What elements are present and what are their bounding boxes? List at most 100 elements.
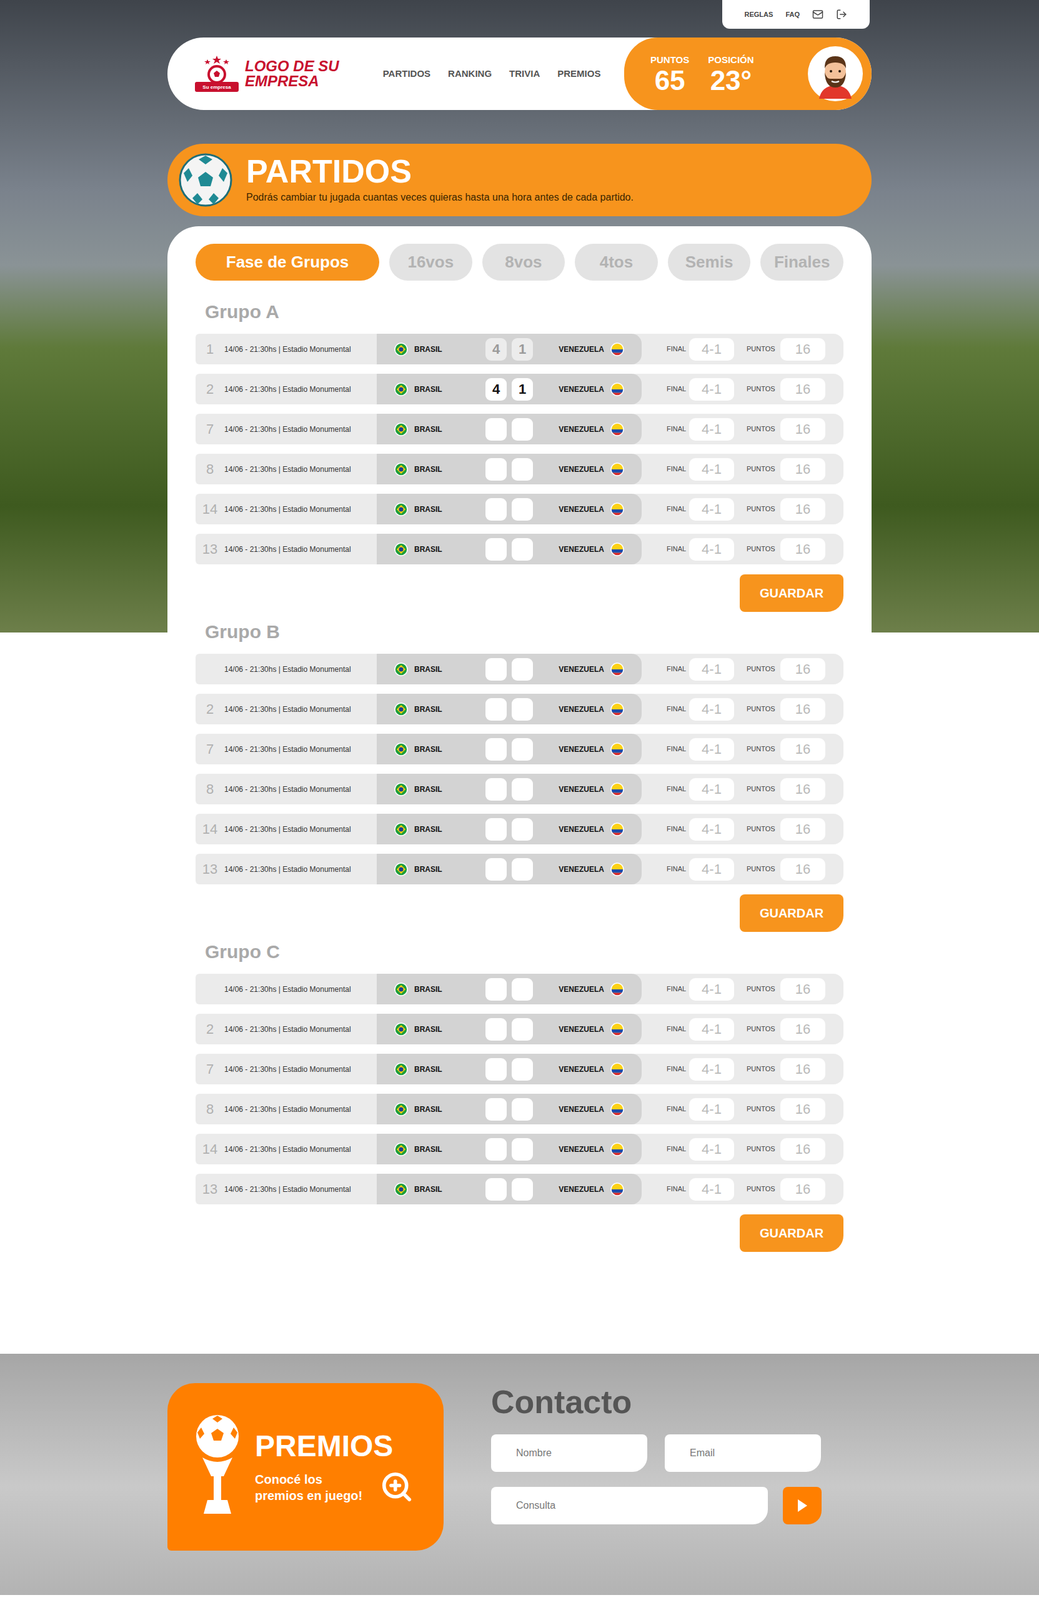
nav-item[interactable]: PARTIDOS — [382, 66, 431, 82]
nav-item[interactable]: TRIVIA — [509, 66, 540, 82]
score-input[interactable] — [485, 417, 507, 441]
score-input[interactable] — [511, 1017, 533, 1041]
final-score: 4-1 — [689, 1097, 735, 1121]
away-team: VENEZUELA — [558, 863, 605, 875]
match-info: 14/06 - 21:30hs | Estadio Monumental — [195, 973, 377, 1005]
score-input[interactable] — [511, 1177, 533, 1201]
contact-input[interactable] — [664, 1433, 821, 1472]
score-input[interactable] — [485, 1097, 507, 1121]
home-team: BRASIL — [414, 543, 443, 555]
contact-input[interactable] — [491, 1433, 648, 1472]
score-input[interactable] — [511, 1137, 533, 1161]
match-row: 14/06 - 21:30hs | Estadio MonumentalBRAS… — [195, 653, 844, 685]
match-number: 2 — [195, 698, 225, 720]
score-input[interactable] — [511, 1097, 533, 1121]
brazil-flag-icon — [394, 1182, 408, 1196]
score-input[interactable] — [485, 1017, 507, 1041]
score-input[interactable] — [485, 857, 507, 881]
score-input[interactable] — [511, 817, 533, 841]
contact-message[interactable] — [491, 1486, 768, 1524]
contact-title: Contacto — [491, 1382, 823, 1421]
match-number: 7 — [195, 418, 225, 440]
match-number: 7 — [195, 1058, 225, 1079]
nav-item[interactable]: RANKING — [447, 66, 492, 82]
score-input[interactable] — [485, 817, 507, 841]
match-date: 14/06 - 21:30hs | Estadio Monumental — [224, 383, 352, 395]
match-date: 14/06 - 21:30hs | Estadio Monumental — [224, 703, 352, 715]
match-row: 814/06 - 21:30hs | Estadio MonumentalBRA… — [195, 453, 844, 485]
score-input[interactable] — [485, 657, 507, 681]
top-link[interactable]: FAQ — [785, 9, 800, 20]
save-button[interactable]: GUARDAR — [739, 1213, 844, 1252]
phase-tab[interactable]: Semis — [667, 243, 751, 281]
score-input[interactable] — [485, 737, 507, 761]
match-row: 1414/06 - 21:30hs | Estadio MonumentalBR… — [195, 813, 844, 845]
brazil-flag-icon — [394, 702, 408, 716]
logo-text: EMPRESA — [244, 73, 340, 89]
match-info: 214/06 - 21:30hs | Estadio Monumental — [195, 373, 377, 405]
score-input[interactable] — [511, 657, 533, 681]
venezuela-flag-icon — [610, 382, 625, 397]
match-number: 14 — [195, 818, 225, 840]
send-button[interactable] — [782, 1486, 822, 1524]
save-button[interactable]: GUARDAR — [739, 894, 844, 932]
page-banner: PARTIDOSPodrás cambiar tu jugada cuantas… — [167, 143, 872, 217]
score-input[interactable] — [511, 417, 533, 441]
phase-tab[interactable]: Fase de Grupos — [195, 243, 380, 281]
score-input[interactable] — [485, 977, 507, 1001]
score-input[interactable] — [485, 537, 507, 561]
score-input[interactable] — [485, 497, 507, 521]
match-info: 214/06 - 21:30hs | Estadio Monumental — [195, 1013, 377, 1044]
group: Grupo A114/06 - 21:30hs | Estadio Monume… — [195, 299, 844, 612]
phase-tab[interactable]: Finales — [760, 243, 844, 281]
match-date: 14/06 - 21:30hs | Estadio Monumental — [224, 343, 352, 355]
phase-tab[interactable]: 16vos — [389, 243, 473, 281]
home-team: BRASIL — [414, 1143, 443, 1155]
zoom-in-icon[interactable] — [379, 1469, 414, 1504]
match-teams: BRASILVENEZUELA — [376, 1053, 642, 1084]
score-input[interactable] — [511, 737, 533, 761]
top-link[interactable]: REGLAS — [744, 9, 774, 20]
score-input[interactable] — [485, 457, 507, 481]
match-teams: BRASILVENEZUELA — [376, 853, 642, 885]
away-team: VENEZUELA — [558, 1143, 605, 1155]
score-input[interactable] — [511, 537, 533, 561]
score-input[interactable] — [485, 1057, 507, 1081]
score-input[interactable] — [511, 497, 533, 521]
points-box: 16 — [780, 417, 826, 441]
score-input[interactable] — [511, 1057, 533, 1081]
score-input[interactable] — [485, 697, 507, 721]
logo-badge: Su empresa — [202, 83, 231, 92]
logout-icon[interactable] — [835, 8, 848, 20]
nav-item[interactable]: PREMIOS — [557, 66, 601, 82]
score-input[interactable] — [485, 1137, 507, 1161]
venezuela-flag-icon — [610, 822, 625, 836]
avatar-icon[interactable] — [807, 46, 863, 102]
score-input[interactable] — [511, 857, 533, 881]
score-input[interactable] — [511, 457, 533, 481]
save-button[interactable]: GUARDAR — [739, 574, 844, 612]
score-input[interactable]: 4 — [485, 377, 507, 401]
prizes-card[interactable]: PREMIOSConocé los premios en juego! — [167, 1382, 444, 1551]
score-input[interactable] — [511, 697, 533, 721]
score-input[interactable]: 4 — [485, 338, 507, 361]
score-input[interactable]: 1 — [511, 377, 533, 401]
match-row: 1314/06 - 21:30hs | Estadio MonumentalBR… — [195, 1173, 844, 1204]
score-input[interactable] — [485, 1177, 507, 1201]
score-input[interactable] — [511, 977, 533, 1001]
match-teams: BRASILVENEZUELA — [376, 413, 642, 445]
score-input[interactable] — [511, 777, 533, 801]
match-row: 714/06 - 21:30hs | Estadio MonumentalBRA… — [195, 413, 844, 445]
points-box: 16 — [780, 697, 826, 721]
score-input[interactable] — [485, 777, 507, 801]
away-team: VENEZUELA — [558, 983, 605, 995]
match-result: FINAL4-1PUNTOS16 — [641, 813, 844, 845]
points-box: 16 — [780, 1177, 826, 1201]
logo[interactable]: Su empresaLOGO DE SUEMPRESA — [193, 54, 340, 94]
match-number: 13 — [195, 858, 225, 880]
mail-icon[interactable] — [812, 8, 824, 20]
score-input[interactable]: 1 — [511, 338, 533, 361]
phase-tab[interactable]: 4tos — [574, 243, 658, 281]
match-result: FINAL4-1PUNTOS16 — [641, 1013, 844, 1044]
phase-tab[interactable]: 8vos — [482, 243, 566, 281]
